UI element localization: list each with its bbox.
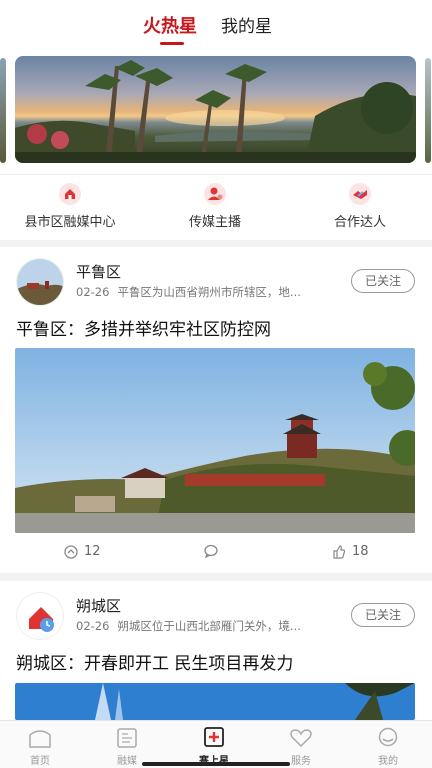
nav-media[interactable]: 融媒: [97, 727, 157, 767]
media-icon: [117, 728, 137, 748]
banner-image[interactable]: [15, 56, 416, 163]
thumbs-up-icon: [333, 544, 346, 559]
source-name[interactable]: 平鲁区: [76, 261, 121, 282]
shortcut-label: 合作达人: [333, 215, 386, 230]
top-tab-bar: 火热星 我的星: [0, 0, 432, 52]
shortcut-row: 县市区融媒中心 传媒主播 合作达人: [0, 174, 432, 240]
nav-star[interactable]: 塞上星: [184, 727, 244, 767]
like-action[interactable]: 18: [332, 544, 369, 559]
shortcut-label: 县市区融媒中心: [24, 215, 116, 230]
bottom-nav: 首页 融媒 塞上星 服务 我的: [0, 720, 432, 768]
profile-icon: [378, 727, 398, 747]
share-action[interactable]: 12: [64, 544, 101, 559]
shortcut-partners[interactable]: 合作达人: [300, 183, 420, 230]
avatar[interactable]: [16, 258, 64, 306]
follow-button[interactable]: 已关注: [351, 269, 415, 293]
banner-next-peek[interactable]: [425, 58, 431, 163]
nav-label: 我的: [378, 756, 398, 767]
source-summary: 平鲁区为山西省朔州市所辖区，地...: [117, 285, 301, 299]
heart-icon: [290, 729, 312, 748]
partner-handshake-icon: [349, 183, 371, 205]
shortcut-label: 传媒主播: [188, 215, 241, 230]
tab-hot-stars[interactable]: 火热星: [143, 12, 197, 38]
article-headline[interactable]: 朔城区：开春即开工 民生项目再发力: [16, 649, 293, 674]
home-indicator[interactable]: [142, 762, 290, 766]
article-actions: 12 18: [0, 544, 432, 566]
feed-card[interactable]: 平鲁区 02-26 平鲁区为山西省朔州市所辖区，地... 已关注 平鲁区：多措并举…: [0, 247, 432, 573]
home-icon: [29, 730, 51, 748]
media-center-icon: [59, 183, 81, 205]
source-meta: 02-26 平鲁区为山西省朔州市所辖区，地...: [76, 284, 301, 300]
banner-prev-peek[interactable]: [0, 58, 6, 163]
comment-action[interactable]: [204, 544, 218, 558]
nav-label: 首页: [30, 756, 50, 767]
shortcut-anchors[interactable]: 传媒主播: [155, 183, 275, 230]
article-image[interactable]: [15, 348, 415, 533]
nav-service[interactable]: 服务: [271, 727, 331, 767]
like-count: 18: [352, 544, 369, 559]
star-app-icon: [204, 727, 224, 747]
share-icon: [64, 544, 78, 559]
source-summary: 朔城区位于山西北部雁门关外，境...: [117, 619, 301, 633]
article-image[interactable]: [15, 683, 415, 720]
follow-button[interactable]: 已关注: [351, 603, 415, 627]
shortcut-media-center[interactable]: 县市区融媒中心: [10, 183, 130, 230]
anchor-person-icon: [204, 183, 226, 205]
avatar[interactable]: [16, 592, 64, 640]
nav-home[interactable]: 首页: [10, 727, 70, 767]
tab-my-stars[interactable]: 我的星: [221, 12, 272, 37]
feed-card[interactable]: 朔城区 02-26 朔城区位于山西北部雁门关外，境... 已关注 朔城区：开春即开…: [0, 581, 432, 720]
active-tab-indicator: [160, 42, 184, 45]
source-name[interactable]: 朔城区: [76, 595, 121, 616]
source-meta: 02-26 朔城区位于山西北部雁门关外，境...: [76, 618, 301, 634]
post-date: 02-26: [76, 285, 110, 299]
share-count: 12: [84, 544, 101, 559]
banner-carousel[interactable]: [0, 52, 432, 174]
article-headline[interactable]: 平鲁区：多措并举织牢社区防控网: [16, 315, 271, 340]
post-date: 02-26: [76, 619, 110, 633]
comment-icon: [204, 544, 218, 558]
nav-profile[interactable]: 我的: [358, 727, 418, 767]
